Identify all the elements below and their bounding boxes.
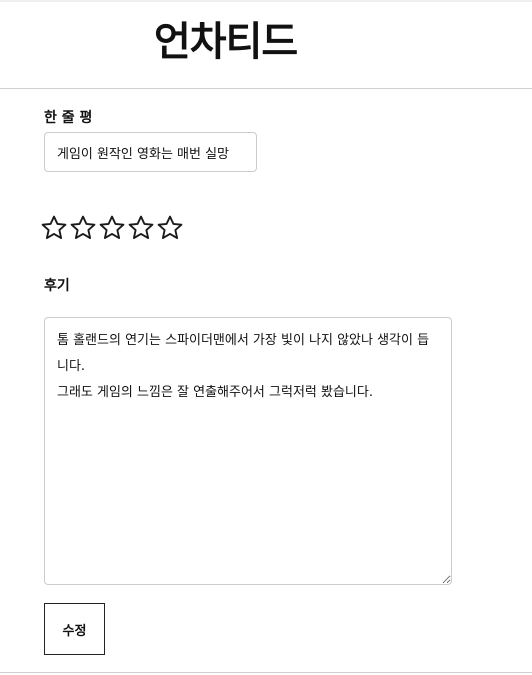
- oneline-review-input[interactable]: [44, 132, 257, 172]
- bottom-divider: [0, 672, 532, 673]
- star-4-icon[interactable]: [127, 213, 155, 243]
- review-textarea[interactable]: 톰 홀랜드의 연기는 스파이더맨에서 가장 빛이 나지 않았나 생각이 듭니다.…: [44, 317, 452, 585]
- page-title: 언차티드: [154, 19, 298, 65]
- star-5-icon[interactable]: [156, 213, 184, 243]
- edit-button[interactable]: 수정: [44, 603, 105, 655]
- page-header: 언차티드: [0, 2, 532, 89]
- review-label: 후기: [44, 278, 70, 294]
- star-1-icon[interactable]: [40, 213, 68, 243]
- star-rating[interactable]: [40, 213, 184, 245]
- star-2-icon[interactable]: [69, 213, 97, 243]
- star-3-icon[interactable]: [98, 213, 126, 243]
- oneline-review-label: 한 줄 평: [44, 110, 93, 126]
